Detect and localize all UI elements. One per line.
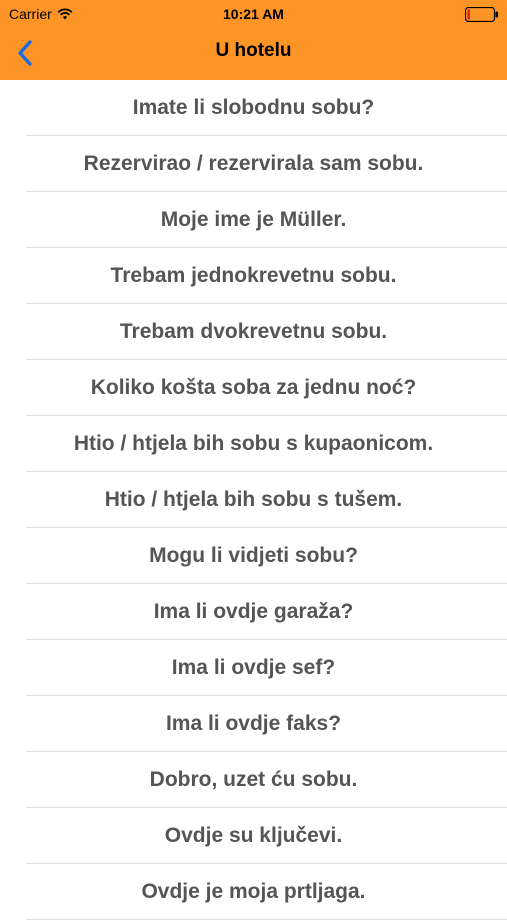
page-title: U hotelu (215, 40, 292, 61)
list-item[interactable]: Htio / htjela bih sobu s tušem. (0, 472, 507, 528)
list-item[interactable]: Koliko košta soba za jednu noć? (0, 360, 507, 416)
list-item[interactable]: Ovdje su ključevi. (0, 808, 507, 864)
status-bar: Carrier 10:21 AM (0, 0, 507, 28)
phrase-list: Imate li slobodnu sobu? Rezervirao / rez… (0, 80, 507, 920)
list-item[interactable]: Htio / htjela bih sobu s kupaonicom. (0, 416, 507, 472)
list-item[interactable]: Imate li slobodnu sobu? (0, 80, 507, 136)
list-item[interactable]: Ovdje je moja prtljaga. (0, 864, 507, 920)
battery-icon (465, 7, 498, 22)
list-item[interactable]: Dobro, uzet ću sobu. (0, 752, 507, 808)
list-item[interactable]: Ima li ovdje garaža? (0, 584, 507, 640)
list-item[interactable]: Moje ime je Müller. (0, 192, 507, 248)
list-item[interactable]: Rezervirao / rezervirala sam sobu. (0, 136, 507, 192)
list-item[interactable]: Trebam jednokrevetnu sobu. (0, 248, 507, 304)
list-item[interactable]: Trebam dvokrevetnu sobu. (0, 304, 507, 360)
header: Carrier 10:21 AM U hotelu (0, 0, 507, 80)
status-time: 10:21 AM (223, 6, 284, 22)
list-item[interactable]: Mogu li vidjeti sobu? (0, 528, 507, 584)
nav-bar: U hotelu (0, 28, 507, 80)
list-item[interactable]: Ima li ovdje sef? (0, 640, 507, 696)
list-item[interactable]: Ima li ovdje faks? (0, 696, 507, 752)
